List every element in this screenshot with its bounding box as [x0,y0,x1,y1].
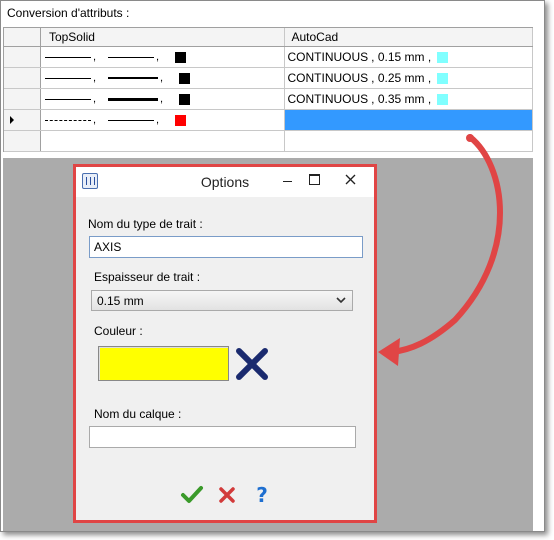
separator: , [92,114,96,126]
table-row[interactable]: , , CONTINUOUS , 0.35 mm , [4,89,534,110]
separator: , [160,72,164,84]
topsolid-cell[interactable]: , , [41,110,286,130]
options-dialog: Options Nom du type de trait : Espaisseu… [73,164,377,523]
dialog-actions: ? [180,483,274,507]
autocad-thickness: , 0.35 mm , [371,92,432,106]
current-row-arrow-icon [10,116,14,124]
autocad-cell[interactable]: CONTINUOUS , 0.25 mm , [285,68,534,88]
separator: , [92,93,96,105]
close-icon [345,174,355,184]
topsolid-cell[interactable]: , , [41,89,286,109]
separator: , [92,72,96,84]
maximize-button[interactable] [301,169,327,189]
chevron-down-icon [336,297,346,304]
ok-button[interactable] [180,483,204,507]
linetype-name-input[interactable] [89,236,363,258]
table-row[interactable]: , , CONTINUOUS , 0.15 mm , [4,47,534,68]
layer-label: Nom du calque : [94,407,182,421]
color-swatch [175,51,187,63]
cancel-x-icon [219,487,235,503]
layer-name-input[interactable] [89,426,356,448]
grid-header-row: TopSolid AutoCad [4,28,534,47]
help-question-icon: ? [256,483,268,507]
topsolid-cell[interactable]: , , [41,68,286,88]
separator: , [92,51,96,63]
color-swatch [175,114,187,126]
topsolid-cell[interactable] [41,131,286,151]
autocad-cell[interactable] [285,131,534,151]
line-thickness-sample [108,97,158,101]
line-type-sample [44,77,91,79]
thickness-selected-value: 0.15 mm [97,294,144,308]
color-swatch [437,72,449,84]
autocad-cell[interactable]: CONTINUOUS , 0.15 mm , [285,47,534,67]
color-swatch [437,93,449,105]
minimize-button[interactable] [274,169,300,189]
section-title: Conversion d'attributs : [7,6,130,20]
line-type-sample [44,98,91,100]
dialog-titlebar[interactable]: Options [76,167,374,197]
autocad-thickness: , 0.25 mm , [371,71,432,85]
autocad-linetype: CONTINUOUS [287,92,369,106]
line-type-sample [44,119,91,121]
cancel-button[interactable] [215,483,239,507]
color-swatch [179,72,191,84]
row-selector[interactable] [4,131,41,151]
line-type-sample [44,56,91,58]
row-header-corner [4,28,41,46]
line-thickness-sample [108,119,154,121]
column-header-autocad[interactable]: AutoCad [285,28,534,46]
attribute-conversion-grid[interactable]: TopSolid AutoCad , , CONTINUOUS , 0.15 m… [3,27,534,152]
autocad-linetype: CONTINUOUS [287,50,369,64]
thickness-select[interactable]: 0.15 mm [91,290,353,311]
row-selector[interactable] [4,89,41,109]
thickness-label: Espaisseur de trait : [94,270,201,284]
autocad-thickness: , 0.15 mm , [371,50,432,64]
table-row[interactable]: , , CONTINUOUS , 0.25 mm , [4,68,534,89]
row-selector[interactable] [4,47,41,67]
linetype-label: Nom du type de trait : [88,217,203,231]
separator: , [160,93,164,105]
autocad-cell-selected[interactable] [285,110,534,130]
separator: , [156,51,160,63]
topsolid-cell[interactable]: , , [41,47,286,67]
clear-color-x-icon[interactable] [234,346,270,382]
autocad-linetype: CONTINUOUS [287,71,369,85]
autocad-cell[interactable]: CONTINUOUS , 0.35 mm , [285,89,534,109]
table-row-current[interactable]: , , [4,110,534,131]
line-thickness-sample [108,77,158,79]
line-thickness-sample [108,56,154,58]
color-picker-button[interactable] [98,346,229,381]
close-button[interactable] [330,169,370,189]
color-swatch [179,93,191,105]
separator: , [156,114,160,126]
row-selector-current[interactable] [4,110,41,130]
column-header-topsolid[interactable]: TopSolid [41,28,286,46]
ok-checkmark-icon [181,486,203,503]
row-selector[interactable] [4,68,41,88]
table-row-new[interactable] [4,131,534,152]
color-label: Couleur : [94,324,143,338]
help-button[interactable]: ? [250,483,274,507]
color-swatch [437,51,449,63]
dialog-body: Nom du type de trait : Espaisseur de tra… [76,197,374,520]
